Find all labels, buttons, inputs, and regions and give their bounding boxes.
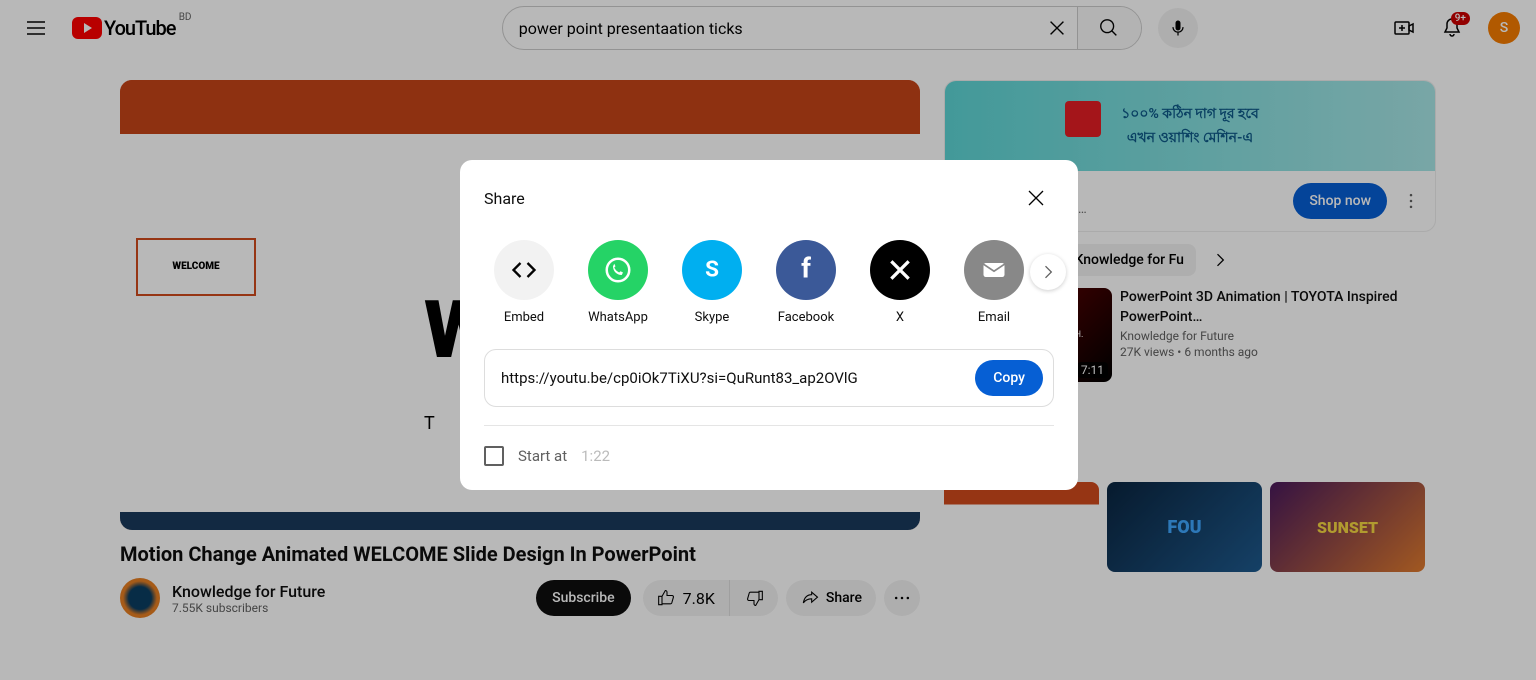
embed-icon bbox=[494, 240, 554, 300]
share-skype-label: Skype bbox=[695, 310, 730, 325]
share-x-label: X bbox=[896, 310, 904, 325]
start-at-row: Start at 1:22 bbox=[484, 446, 1054, 466]
modal-close-button[interactable] bbox=[1018, 180, 1054, 216]
share-email[interactable]: Email bbox=[954, 240, 1034, 325]
svg-text:S: S bbox=[705, 256, 719, 282]
modal-header: Share bbox=[484, 180, 1054, 216]
start-at-label: Start at bbox=[518, 447, 567, 465]
whatsapp-icon bbox=[588, 240, 648, 300]
share-skype[interactable]: S Skype bbox=[672, 240, 752, 325]
chevron-right-icon bbox=[1038, 262, 1058, 282]
share-targets: Embed WhatsApp S Skype f Facebook X bbox=[484, 240, 1054, 325]
svg-text:f: f bbox=[801, 255, 811, 285]
divider bbox=[484, 425, 1054, 426]
start-at-time[interactable]: 1:22 bbox=[581, 447, 610, 465]
share-url[interactable]: https://youtu.be/cp0iOk7TiXU?si=QuRunt83… bbox=[501, 369, 963, 387]
share-whatsapp[interactable]: WhatsApp bbox=[578, 240, 658, 325]
share-embed-label: Embed bbox=[504, 310, 544, 325]
share-embed[interactable]: Embed bbox=[484, 240, 564, 325]
email-icon bbox=[964, 240, 1024, 300]
share-targets-scroll-right[interactable] bbox=[1030, 254, 1066, 290]
copy-button[interactable]: Copy bbox=[975, 360, 1043, 396]
modal-title: Share bbox=[484, 189, 525, 208]
skype-icon: S bbox=[682, 240, 742, 300]
share-whatsapp-label: WhatsApp bbox=[588, 310, 648, 325]
share-email-label: Email bbox=[978, 310, 1010, 325]
facebook-icon: f bbox=[776, 240, 836, 300]
share-x[interactable]: X bbox=[860, 240, 940, 325]
start-at-checkbox[interactable] bbox=[484, 446, 504, 466]
share-url-row: https://youtu.be/cp0iOk7TiXU?si=QuRunt83… bbox=[484, 349, 1054, 407]
close-icon bbox=[1024, 186, 1048, 210]
share-facebook[interactable]: f Facebook bbox=[766, 240, 846, 325]
share-facebook-label: Facebook bbox=[778, 310, 834, 325]
share-modal: Share Embed WhatsApp S Skype f bbox=[460, 160, 1078, 490]
x-icon bbox=[870, 240, 930, 300]
